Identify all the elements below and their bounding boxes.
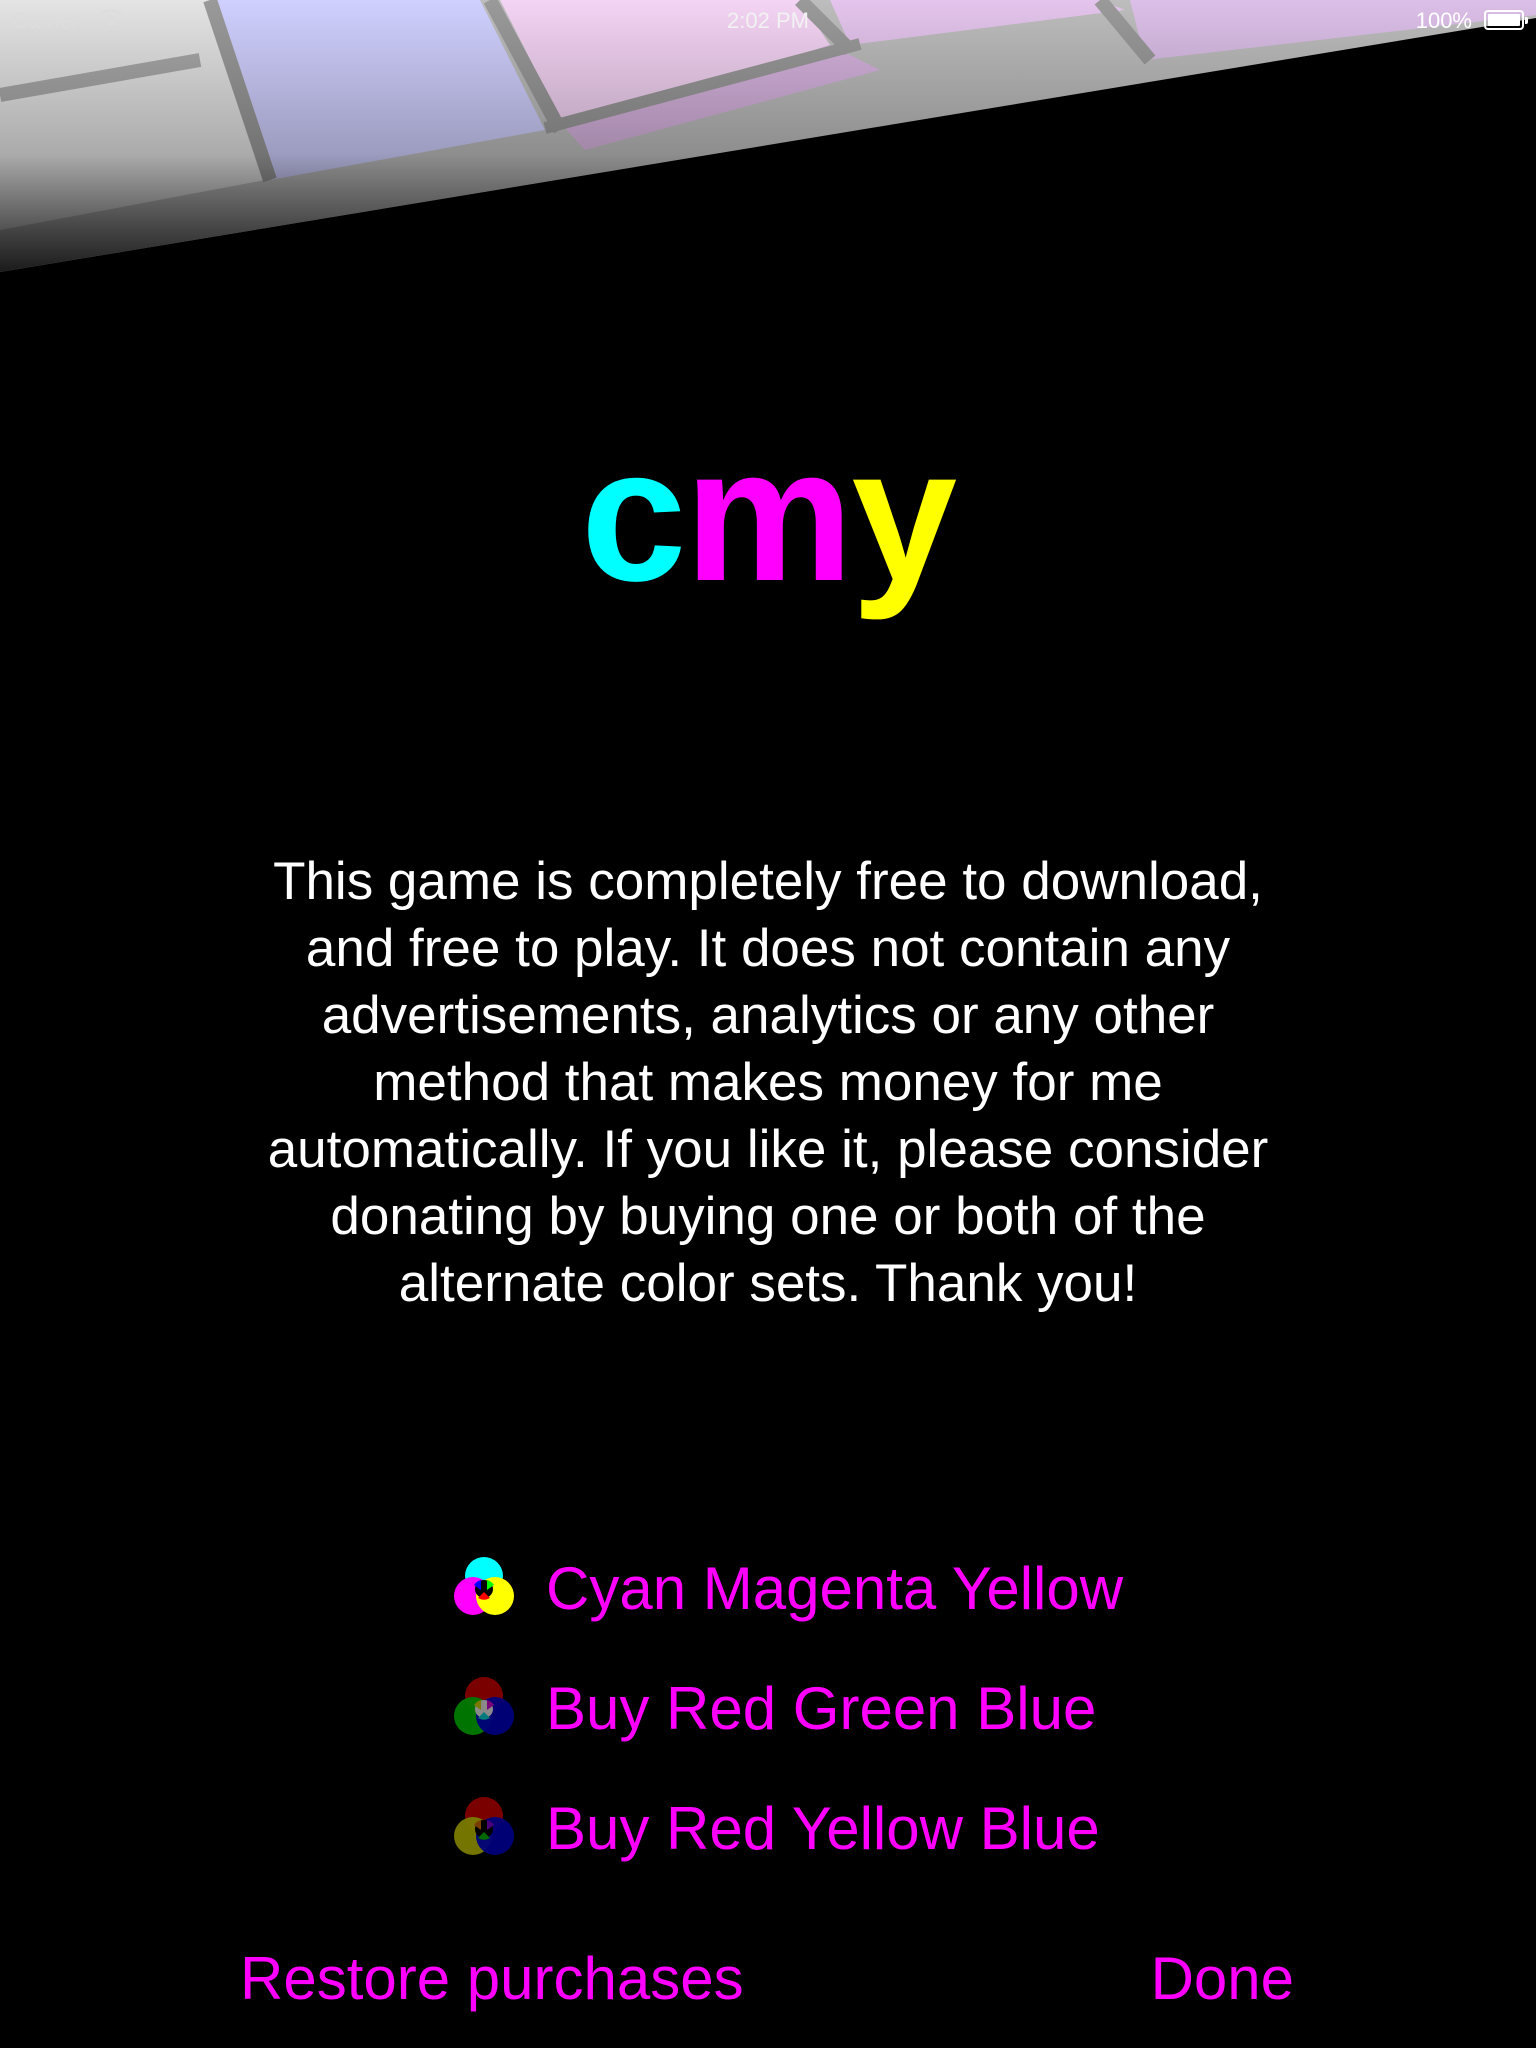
rgb-color-set-icon xyxy=(454,1677,514,1735)
battery-percentage: 100% xyxy=(1415,8,1472,33)
option-buy-red-yellow-blue[interactable]: Buy Red Yellow Blue xyxy=(448,1788,1100,1868)
logo-letter-y: y xyxy=(851,409,957,621)
status-bar: Carrier 2:02 PM 100% xyxy=(0,0,1536,40)
battery-icon xyxy=(1484,10,1528,30)
cmy-color-set-icon xyxy=(454,1557,514,1615)
option-buy-red-green-blue[interactable]: Buy Red Green Blue xyxy=(448,1668,1096,1748)
ryb-color-set-icon xyxy=(454,1797,514,1855)
option-label: Cyan Magenta Yellow xyxy=(546,1554,1124,1622)
app-logo: cmy xyxy=(0,420,1536,610)
done-button[interactable]: Done xyxy=(1151,1944,1294,2013)
donation-description: This game is completely free to download… xyxy=(267,852,1269,1313)
restore-purchases-button[interactable]: Restore purchases xyxy=(240,1944,744,2013)
logo-letter-c: c xyxy=(580,409,687,621)
game-board-background xyxy=(0,0,1536,272)
option-label: Buy Red Yellow Blue xyxy=(546,1794,1100,1862)
option-cyan-magenta-yellow[interactable]: Cyan Magenta Yellow xyxy=(448,1548,1123,1628)
settings-screen: Carrier 2:02 PM 100% cmy This game is co… xyxy=(0,0,1536,2048)
logo-letter-m: m xyxy=(684,409,854,621)
option-label: Buy Red Green Blue xyxy=(546,1674,1097,1742)
status-time: 2:02 PM xyxy=(727,8,809,33)
